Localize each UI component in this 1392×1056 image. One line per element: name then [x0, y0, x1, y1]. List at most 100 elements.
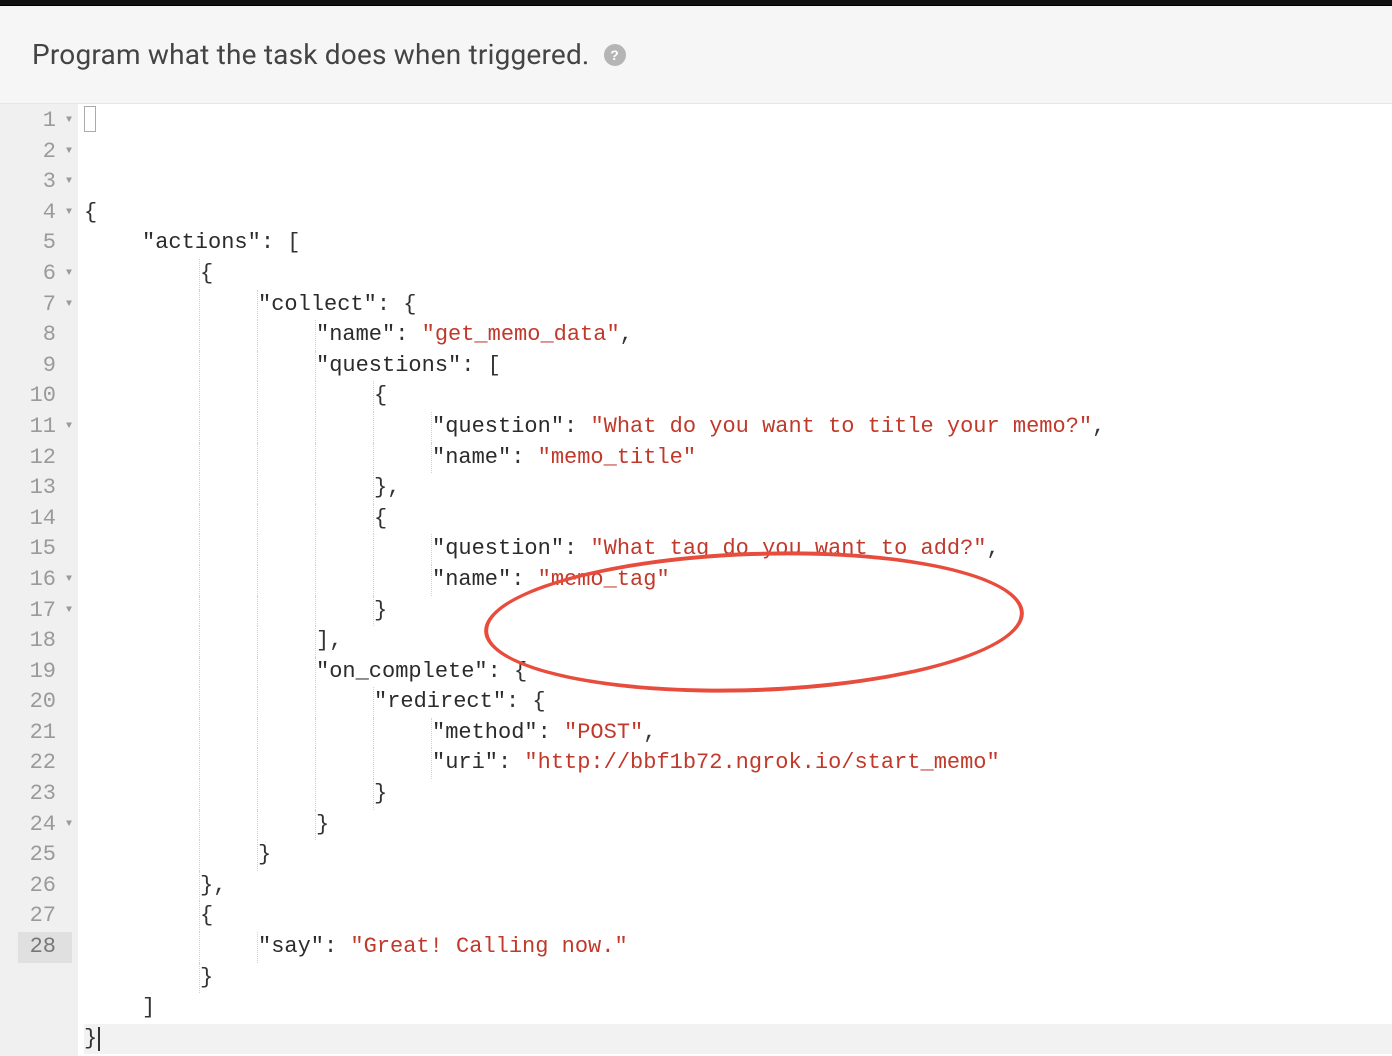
- gutter-line[interactable]: 5: [18, 228, 72, 259]
- editor-code-area[interactable]: {"actions": [{"collect": {"name": "get_m…: [78, 104, 1392, 1056]
- json-string: "get_memo_data": [422, 320, 620, 351]
- gutter-line[interactable]: 22: [18, 748, 72, 779]
- gutter-line[interactable]: 3▼: [18, 167, 72, 198]
- fold-toggle-icon[interactable]: ▼: [62, 412, 72, 443]
- json-punct: :: [511, 565, 537, 596]
- gutter-line[interactable]: 11▼: [18, 412, 72, 443]
- code-line[interactable]: "method": "POST",: [84, 718, 1392, 749]
- json-punct: : {: [488, 657, 528, 688]
- gutter-line[interactable]: 7▼: [18, 290, 72, 321]
- json-punct: :: [395, 320, 421, 351]
- gutter-line[interactable]: 8: [18, 320, 72, 351]
- fold-toggle-icon[interactable]: ▼: [62, 106, 72, 137]
- json-key: "uri": [432, 748, 498, 779]
- code-editor[interactable]: 1▼2▼3▼4▼56▼7▼891011▼1213141516▼17▼181920…: [0, 104, 1392, 1056]
- gutter-line[interactable]: 12: [18, 443, 72, 474]
- code-line[interactable]: "uri": "http://bbf1b72.ngrok.io/start_me…: [84, 748, 1392, 779]
- code-line[interactable]: {: [84, 901, 1392, 932]
- gutter-line[interactable]: 4▼: [18, 198, 72, 229]
- json-string: "What do you want to title your memo?": [590, 412, 1092, 443]
- code-line[interactable]: {: [84, 504, 1392, 535]
- json-key: "collect": [258, 290, 377, 321]
- code-line[interactable]: }: [84, 779, 1392, 810]
- code-line[interactable]: }: [84, 840, 1392, 871]
- code-line[interactable]: }: [84, 963, 1392, 994]
- json-punct: }: [374, 779, 387, 810]
- code-line[interactable]: "name": "get_memo_data",: [84, 320, 1392, 351]
- json-string: "Great! Calling now.": [350, 932, 627, 963]
- gutter-line[interactable]: 26: [18, 871, 72, 902]
- code-line[interactable]: "name": "memo_tag": [84, 565, 1392, 596]
- json-string: "POST": [564, 718, 643, 749]
- fold-toggle-icon[interactable]: ▼: [62, 167, 72, 198]
- gutter-line[interactable]: 28: [18, 932, 72, 963]
- gutter-line[interactable]: 6▼: [18, 259, 72, 290]
- json-key: "name": [316, 320, 395, 351]
- json-punct: :: [324, 932, 350, 963]
- editor-gutter[interactable]: 1▼2▼3▼4▼56▼7▼891011▼1213141516▼17▼181920…: [0, 104, 78, 1056]
- gutter-line[interactable]: 10: [18, 381, 72, 412]
- json-punct: },: [200, 871, 226, 902]
- code-line[interactable]: {: [84, 198, 1392, 229]
- code-line[interactable]: "questions": [: [84, 351, 1392, 382]
- json-punct: :: [538, 718, 564, 749]
- fold-toggle-icon[interactable]: ▼: [62, 810, 72, 841]
- code-line[interactable]: }: [84, 596, 1392, 627]
- gutter-line[interactable]: 16▼: [18, 565, 72, 596]
- code-line[interactable]: "question": "What do you want to title y…: [84, 412, 1392, 443]
- gutter-line[interactable]: 25: [18, 840, 72, 871]
- code-line[interactable]: ]: [84, 993, 1392, 1024]
- gutter-line[interactable]: 1▼: [18, 106, 72, 137]
- code-line[interactable]: {: [84, 259, 1392, 290]
- json-punct: ,: [643, 718, 656, 749]
- help-icon[interactable]: ?: [604, 44, 626, 66]
- gutter-line[interactable]: 24▼: [18, 810, 72, 841]
- gutter-line[interactable]: 13: [18, 473, 72, 504]
- code-line[interactable]: },: [84, 871, 1392, 902]
- json-key: "actions": [142, 228, 261, 259]
- json-punct: :: [564, 412, 590, 443]
- json-punct: ],: [316, 626, 342, 657]
- json-punct: :: [564, 534, 590, 565]
- fold-toggle-icon[interactable]: ▼: [62, 259, 72, 290]
- json-string: "http://bbf1b72.ngrok.io/start_memo": [524, 748, 999, 779]
- selection-box-line-1: [84, 106, 96, 132]
- json-punct: {: [374, 381, 387, 412]
- gutter-line[interactable]: 21: [18, 718, 72, 749]
- json-key: "question": [432, 534, 564, 565]
- json-punct: ]: [142, 993, 155, 1024]
- json-string: "What tag do you want to add?": [590, 534, 986, 565]
- code-line[interactable]: "name": "memo_title": [84, 443, 1392, 474]
- fold-toggle-icon[interactable]: ▼: [62, 565, 72, 596]
- fold-toggle-icon[interactable]: ▼: [62, 596, 72, 627]
- gutter-line[interactable]: 9: [18, 351, 72, 382]
- json-punct: : [: [261, 228, 301, 259]
- json-punct: {: [84, 198, 97, 229]
- gutter-line[interactable]: 18: [18, 626, 72, 657]
- code-line[interactable]: "question": "What tag do you want to add…: [84, 534, 1392, 565]
- code-line[interactable]: "actions": [: [84, 228, 1392, 259]
- code-line[interactable]: },: [84, 473, 1392, 504]
- gutter-line[interactable]: 14: [18, 504, 72, 535]
- gutter-line[interactable]: 19: [18, 657, 72, 688]
- gutter-line[interactable]: 2▼: [18, 137, 72, 168]
- gutter-line[interactable]: 15: [18, 534, 72, 565]
- json-punct: : {: [377, 290, 417, 321]
- code-line[interactable]: "say": "Great! Calling now.": [84, 932, 1392, 963]
- json-punct: {: [200, 259, 213, 290]
- code-line[interactable]: ],: [84, 626, 1392, 657]
- json-key: "redirect": [374, 687, 506, 718]
- gutter-line[interactable]: 17▼: [18, 596, 72, 627]
- code-line[interactable]: "collect": {: [84, 290, 1392, 321]
- code-line[interactable]: "on_complete": {: [84, 657, 1392, 688]
- fold-toggle-icon[interactable]: ▼: [62, 137, 72, 168]
- gutter-line[interactable]: 23: [18, 779, 72, 810]
- code-line[interactable]: {: [84, 381, 1392, 412]
- code-line[interactable]: "redirect": {: [84, 687, 1392, 718]
- gutter-line[interactable]: 20: [18, 687, 72, 718]
- gutter-line[interactable]: 27: [18, 901, 72, 932]
- json-punct: }: [374, 596, 387, 627]
- fold-toggle-icon[interactable]: ▼: [62, 290, 72, 321]
- fold-toggle-icon[interactable]: ▼: [62, 198, 72, 229]
- code-line[interactable]: }: [84, 810, 1392, 841]
